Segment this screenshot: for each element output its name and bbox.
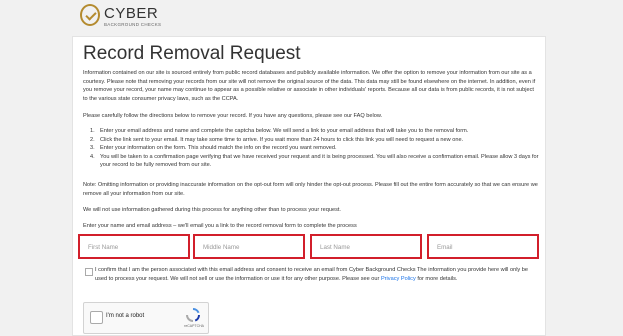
middle-name-input[interactable] bbox=[195, 237, 303, 258]
intro-paragraph: Information contained on our site is sou… bbox=[83, 70, 536, 102]
logo-tagline: BACKGROUND CHECKS bbox=[104, 22, 162, 27]
recaptcha-icon bbox=[186, 307, 201, 322]
note-paragraph: Note: Omitting information or providing … bbox=[83, 182, 538, 197]
last-name-input[interactable] bbox=[312, 237, 420, 258]
captcha-label: I'm not a robot bbox=[106, 313, 145, 319]
consent-text: I confirm that I am the person associate… bbox=[95, 267, 529, 282]
directions-paragraph: Please carefully follow the directions b… bbox=[83, 113, 383, 119]
captcha-brand: reCAPTCHA bbox=[184, 324, 204, 328]
logo-name: CYBER bbox=[104, 5, 159, 22]
list-item: 3. Enter your information on the form. Th… bbox=[90, 145, 337, 152]
email-prompt: Enter your name and email address – we'l… bbox=[83, 223, 357, 229]
list-item: 4. You will be taken to a confirmation pa… bbox=[90, 153, 539, 169]
use-notice: We will not use information gathered dur… bbox=[83, 207, 341, 213]
page-title: Record Removal Request bbox=[83, 43, 301, 64]
check-badge-icon bbox=[80, 4, 100, 26]
last-name-field-wrapper bbox=[310, 234, 422, 259]
list-item: 2. Click the link sent to your email. It … bbox=[90, 136, 464, 143]
first-name-field-wrapper bbox=[78, 234, 190, 259]
privacy-policy-link[interactable]: Privacy Policy bbox=[381, 276, 416, 282]
removal-form-card: Record Removal Request Information conta… bbox=[72, 36, 546, 336]
middle-name-field-wrapper bbox=[193, 234, 305, 259]
list-item: 1. Enter your email address and name and … bbox=[90, 128, 469, 134]
steps-list: 1. Enter your email address and name and … bbox=[83, 127, 539, 170]
recaptcha-widget: I'm not a robot reCAPTCHA bbox=[83, 302, 209, 334]
consent-checkbox[interactable] bbox=[85, 268, 93, 276]
email-field-wrapper bbox=[427, 234, 539, 259]
captcha-checkbox[interactable] bbox=[90, 311, 103, 324]
logo[interactable]: CYBER BACKGROUND CHECKS bbox=[80, 4, 220, 30]
first-name-input[interactable] bbox=[80, 237, 188, 258]
email-input[interactable] bbox=[429, 237, 537, 258]
